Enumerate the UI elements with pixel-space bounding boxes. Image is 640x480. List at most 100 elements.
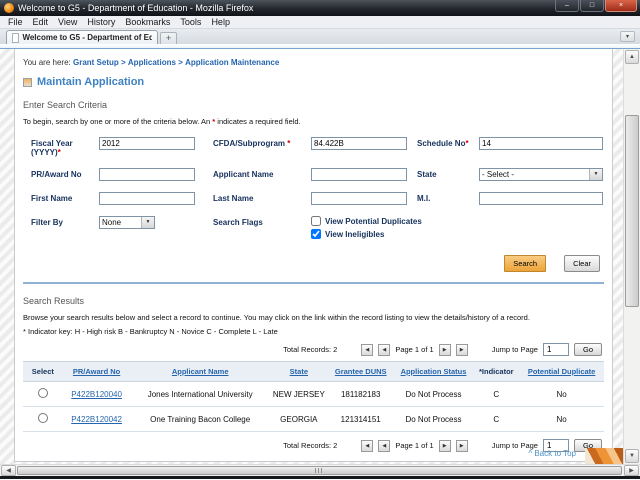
select-record-radio[interactable]	[37, 413, 48, 423]
first-name-field[interactable]	[99, 192, 195, 205]
next-page-icon: ▶	[442, 442, 447, 449]
fiscal-year-field[interactable]	[99, 137, 195, 150]
first-page-button[interactable]: ◀	[361, 343, 374, 356]
previous-page-button[interactable]: ◀	[378, 439, 391, 452]
view-components-button[interactable]: View Components	[281, 461, 360, 462]
previous-page-icon: ◀	[382, 442, 387, 449]
last-page-button[interactable]: ▶	[455, 439, 468, 452]
next-page-button[interactable]: ▶	[438, 343, 451, 356]
sort-applicant-name[interactable]: Applicant Name	[172, 367, 229, 376]
applicant-name-cell: One Training Bacon College	[130, 406, 270, 432]
close-button[interactable]: ×	[605, 0, 637, 12]
maintain-application-icon	[23, 77, 32, 87]
dropdown-arrow-icon: ▼	[141, 217, 154, 228]
table-row: P422B120040 Jones International Universi…	[23, 381, 604, 407]
horizontal-scrollbar[interactable]: ◀ ▶	[0, 464, 640, 476]
page-background: You are here: Grant Setup > Applications…	[0, 49, 623, 464]
minimize-button[interactable]: –	[555, 0, 579, 12]
total-records: Total Records: 2	[283, 441, 338, 450]
filter-by-select[interactable]: None ▼	[99, 216, 155, 229]
pr-award-no-label: PR/Award No	[31, 170, 82, 179]
schedule-no-field[interactable]	[479, 137, 603, 150]
cfda-subprogram-label: CFDA/Subprogram *	[213, 139, 291, 148]
back-to-top-link[interactable]: ^ Back to Top	[528, 449, 576, 458]
pr-award-link[interactable]: P422B120042	[71, 415, 122, 424]
mi-field[interactable]	[479, 192, 603, 205]
vertical-scrollbar[interactable]: ▲ ▼	[623, 49, 640, 464]
fiscal-year-label: Fiscal Year (YYYY)*	[31, 139, 73, 157]
results-table: Select PR/Award No Applicant Name State …	[23, 361, 604, 432]
next-page-button[interactable]: ▶	[438, 439, 451, 452]
view-ineligibles-option: View Ineligibles	[311, 229, 605, 239]
jump-to-page-input[interactable]	[542, 343, 569, 356]
table-row: P422B120042 One Training Bacon College G…	[23, 406, 604, 432]
menu-bar: File Edit View History Bookmarks Tools H…	[0, 16, 640, 29]
breadcrumb-applications[interactable]: Applications	[128, 58, 176, 67]
menu-file[interactable]: File	[3, 17, 28, 27]
mi-label: M.I.	[417, 194, 431, 203]
pr-award-link[interactable]: P422B120040	[71, 390, 122, 399]
pr-award-no-field[interactable]	[99, 168, 195, 181]
sort-pr-award-no[interactable]: PR/Award No	[73, 367, 120, 376]
action-button-row: Enter Application Modify Application Sen…	[23, 461, 604, 462]
scroll-left-button[interactable]: ◀	[1, 465, 16, 476]
first-page-button[interactable]: ◀	[361, 439, 374, 452]
jump-to-page-label: Jump to Page	[491, 345, 538, 354]
select-record-radio[interactable]	[37, 388, 48, 398]
results-header-row: Select PR/Award No Applicant Name State …	[23, 361, 604, 382]
scroll-up-button[interactable]: ▲	[625, 50, 639, 64]
send-ineligibility-letter-button[interactable]: Send Ineligibility Letter	[184, 461, 277, 462]
maximize-button[interactable]: □	[580, 0, 604, 12]
tab-title: Welcome to G5 - Department of Edu...	[22, 33, 152, 42]
menu-bookmarks[interactable]: Bookmarks	[120, 17, 175, 27]
first-page-icon: ◀	[365, 346, 370, 353]
schedule-no-label: Schedule No*	[417, 139, 469, 148]
menu-tools[interactable]: Tools	[175, 17, 206, 27]
search-button[interactable]: Search	[504, 255, 547, 272]
applicant-name-label: Applicant Name	[213, 170, 274, 179]
scroll-down-icon: ▼	[629, 453, 635, 459]
horizontal-scrollbar-thumb[interactable]	[17, 466, 622, 475]
applicant-name-field[interactable]	[311, 168, 407, 181]
new-tab-button[interactable]: +	[160, 32, 177, 44]
modify-application-button[interactable]: Modify Application	[101, 461, 179, 462]
results-pagination-bottom: Total Records: 2 ◀ ◀ Page 1 of 1 ▶ ▶ Jum…	[23, 439, 602, 452]
page-indicator: Page 1 of 1	[395, 441, 434, 450]
scroll-down-button[interactable]: ▼	[625, 449, 639, 463]
menu-view[interactable]: View	[53, 17, 82, 27]
cfda-subprogram-field[interactable]	[311, 137, 407, 150]
tab-welcome-g5[interactable]: Welcome to G5 - Department of Edu...	[6, 30, 158, 44]
sort-application-status[interactable]: Application Status	[401, 367, 467, 376]
state-select[interactable]: - Select - ▼	[479, 168, 603, 181]
menu-history[interactable]: History	[82, 17, 120, 27]
application-status-cell: Do Not Process	[393, 406, 474, 432]
last-page-icon: ▶	[459, 346, 464, 353]
menu-edit[interactable]: Edit	[28, 17, 54, 27]
vertical-scrollbar-thumb[interactable]	[625, 115, 639, 307]
view-potential-duplicates-checkbox[interactable]	[311, 216, 321, 226]
sort-state[interactable]: State	[290, 367, 308, 376]
last-name-field[interactable]	[311, 192, 407, 205]
header-select: Select	[23, 361, 63, 382]
go-button[interactable]: Go	[573, 343, 602, 356]
scroll-right-button[interactable]: ▶	[624, 465, 639, 476]
sort-grantee-duns[interactable]: Grantee DUNS	[335, 367, 387, 376]
view-ineligibles-checkbox[interactable]	[311, 229, 321, 239]
menu-help[interactable]: Help	[206, 17, 235, 27]
sort-potential-duplicate[interactable]: Potential Duplicate	[528, 367, 596, 376]
screen-application-button[interactable]: Screen Application	[364, 461, 444, 462]
indicator-cell: C	[473, 406, 520, 432]
results-heading: Search Results	[23, 296, 85, 306]
enter-application-button[interactable]: Enter Application	[23, 461, 97, 462]
criteria-instruction: To begin, search by one or more of the c…	[23, 117, 301, 126]
breadcrumb-separator: >	[178, 58, 183, 67]
breadcrumb-grant-setup[interactable]: Grant Setup	[73, 58, 119, 67]
previous-page-button[interactable]: ◀	[378, 343, 391, 356]
search-criteria-form: Fiscal Year (YYYY)* CFDA/Subprogram * Sc…	[31, 137, 604, 242]
list-all-tabs-button[interactable]: ▾	[620, 31, 635, 42]
last-page-button[interactable]: ▶	[455, 343, 468, 356]
last-page-icon: ▶	[459, 442, 464, 449]
clear-button[interactable]: Clear	[564, 255, 600, 272]
indicator-cell: C	[473, 381, 520, 407]
breadcrumb-application-maintenance[interactable]: Application Maintenance	[185, 58, 279, 67]
